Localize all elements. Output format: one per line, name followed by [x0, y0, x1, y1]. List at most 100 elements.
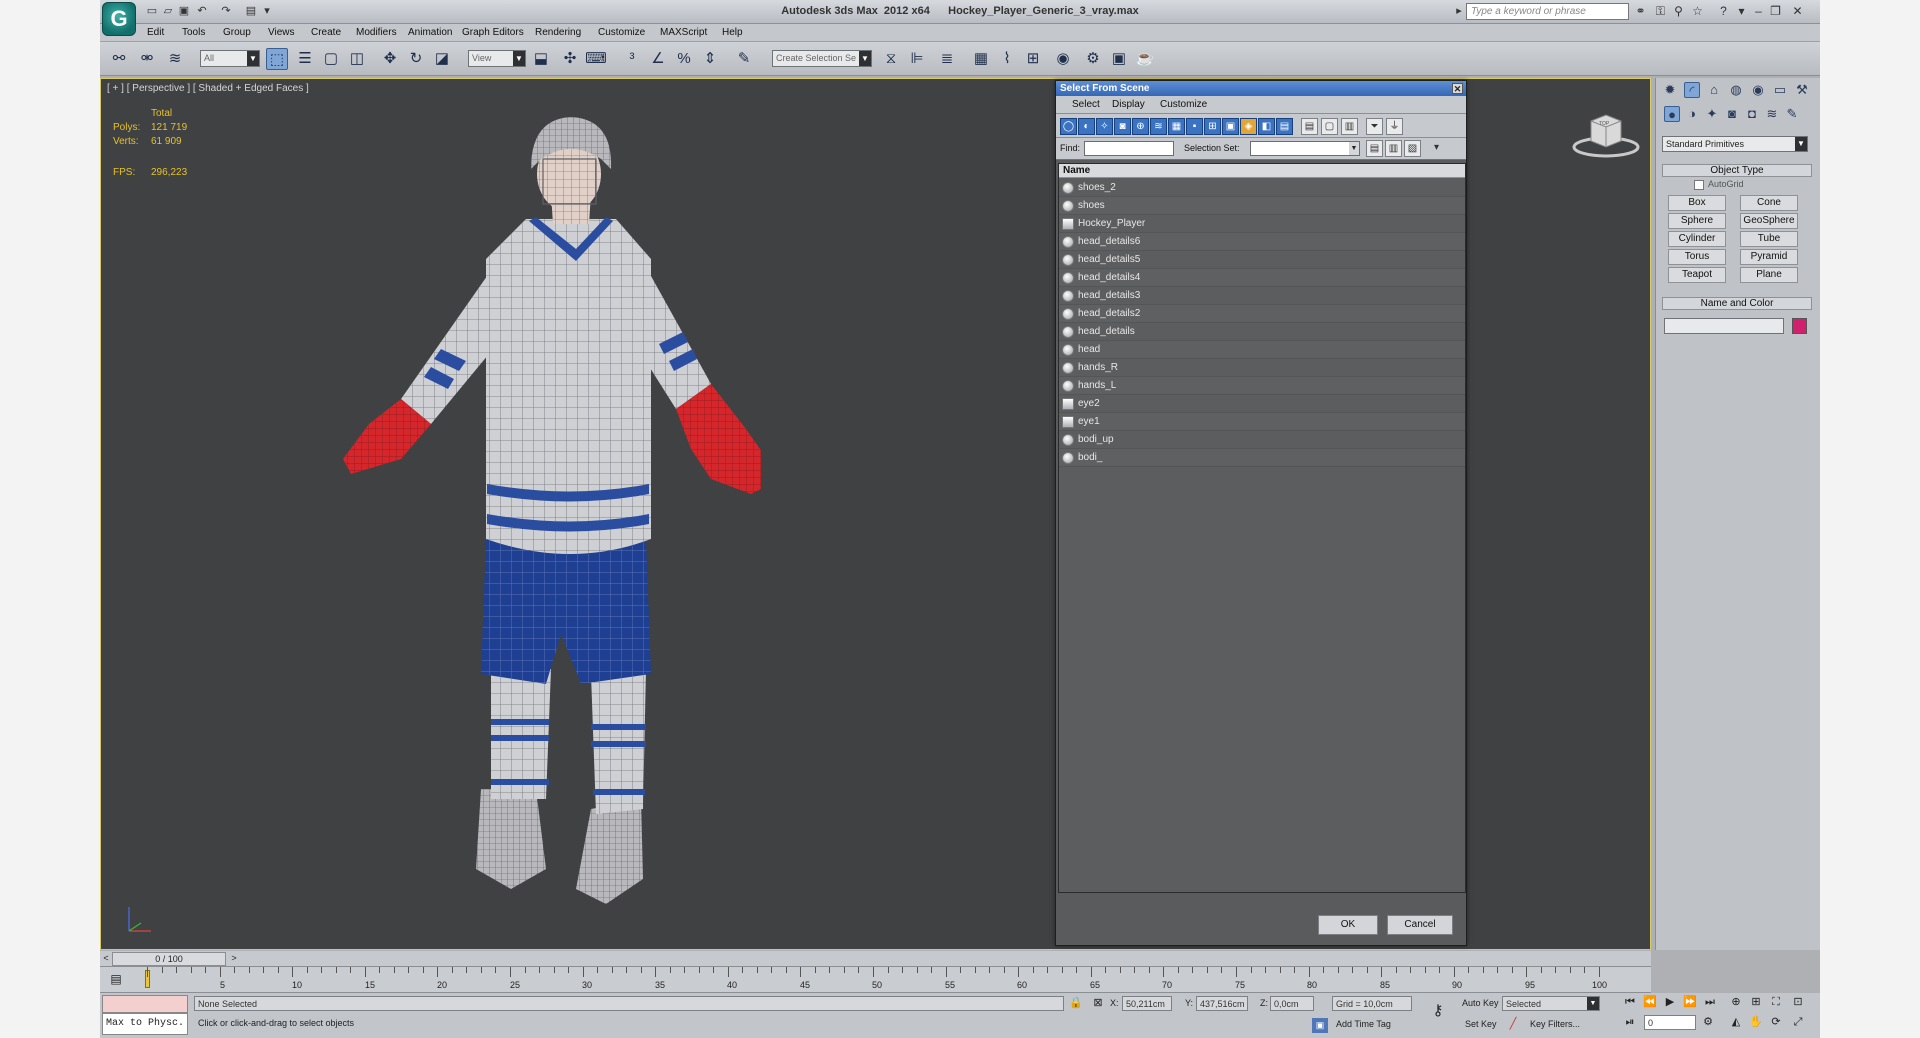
z-coordinate-field[interactable]: 0,0cm: [1270, 996, 1314, 1011]
menu-help[interactable]: Help: [722, 27, 743, 38]
app-logo-icon[interactable]: G: [102, 2, 136, 36]
select-invert-icon[interactable]: ▥: [1341, 118, 1358, 135]
list-item[interactable]: Hockey_Player: [1059, 215, 1465, 233]
binoculars-icon[interactable]: ⚭: [1633, 4, 1648, 19]
auto-key-button[interactable]: Auto Key: [1462, 998, 1499, 1008]
restore-icon[interactable]: ❐: [1768, 4, 1783, 19]
time-tag-icon[interactable]: ▣: [1312, 1018, 1328, 1033]
select-and-scale-icon[interactable]: ◪: [431, 48, 453, 70]
space-warps-category-icon[interactable]: ≋: [1764, 106, 1780, 122]
list-item[interactable]: eye1: [1059, 413, 1465, 431]
x-coordinate-field[interactable]: 50,211cm: [1122, 996, 1172, 1011]
key-mode-dropdown[interactable]: Selected ▼: [1502, 996, 1600, 1011]
dialog-close-icon[interactable]: ✕: [1452, 83, 1463, 94]
help-icon[interactable]: ?: [1716, 4, 1731, 19]
list-item[interactable]: head_details5: [1059, 251, 1465, 269]
menu-customize[interactable]: Customize: [598, 27, 645, 38]
menu-modifiers[interactable]: Modifiers: [356, 27, 397, 38]
filter-icon[interactable]: ⏷: [1366, 118, 1383, 135]
name-and-color-rollout[interactable]: Name and Color: [1662, 297, 1812, 310]
track-bar[interactable]: ▤ 5 10 15 20 25 30 35 40 45 50 55 60 65 …: [100, 967, 1651, 993]
reference-coordinate-dropdown[interactable]: View ▼: [468, 50, 526, 67]
graphite-modeling-icon[interactable]: ▦: [970, 48, 992, 70]
pivot-center-icon[interactable]: ⬓: [530, 48, 552, 70]
orbit-icon[interactable]: ⟳: [1768, 1015, 1784, 1030]
go-to-end-icon[interactable]: ⏭: [1702, 995, 1718, 1010]
pan-view-icon[interactable]: ✋: [1748, 1015, 1764, 1030]
cancel-button[interactable]: Cancel: [1387, 915, 1453, 935]
category-dropdown[interactable]: Standard Primitives ▼: [1662, 136, 1808, 152]
add-time-tag-button[interactable]: Add Time Tag: [1336, 1019, 1391, 1029]
set-key-button[interactable]: Set Key: [1465, 1019, 1497, 1029]
schematic-view-icon[interactable]: ⊞: [1022, 48, 1044, 70]
undo-icon[interactable]: ↶: [195, 4, 209, 18]
close-icon[interactable]: ✕: [1790, 4, 1805, 19]
lock-selection-icon[interactable]: 🔒: [1068, 996, 1084, 1011]
display-groups-icon[interactable]: ▦: [1168, 118, 1185, 135]
geometry-category-icon[interactable]: ●: [1664, 106, 1680, 122]
redo-icon[interactable]: ↷: [219, 4, 233, 18]
percent-snap-icon[interactable]: %: [673, 48, 695, 70]
cylinder-button[interactable]: Cylinder: [1668, 231, 1726, 247]
select-and-link-icon[interactable]: ⚯: [108, 48, 130, 70]
frame-counter[interactable]: 0 / 100: [112, 952, 226, 966]
bind-space-warp-icon[interactable]: ≋: [164, 48, 186, 70]
hierarchy-tab-icon[interactable]: ◍: [1728, 82, 1744, 98]
rendered-frame-window-icon[interactable]: ▣: [1108, 48, 1130, 70]
select-object-icon[interactable]: ⬚: [266, 48, 288, 70]
display-space-warps-icon[interactable]: ≋: [1150, 118, 1167, 135]
select-and-rotate-icon[interactable]: ↻: [405, 48, 427, 70]
menu-graph-editors[interactable]: Graph Editors: [462, 27, 524, 38]
communication-icon[interactable]: ⚲: [1671, 4, 1686, 19]
zoom-all-icon[interactable]: ⊞: [1748, 995, 1764, 1010]
quick-access-dropdown-icon[interactable]: ▾: [260, 4, 274, 18]
list-item[interactable]: bodi_up: [1059, 431, 1465, 449]
systems-category-icon[interactable]: ✎: [1784, 106, 1800, 122]
lights-category-icon[interactable]: ✦: [1704, 106, 1720, 122]
maximize-viewport-icon[interactable]: ⤢: [1790, 1015, 1806, 1030]
name-column-header[interactable]: Name: [1059, 164, 1465, 178]
layer-manager-icon[interactable]: ≣: [936, 48, 958, 70]
object-name-input[interactable]: [1664, 318, 1784, 334]
pyramid-button[interactable]: Pyramid: [1740, 249, 1798, 265]
render-production-icon[interactable]: ☕: [1134, 48, 1156, 70]
angle-snap-icon[interactable]: ∠: [647, 48, 669, 70]
dialog-menu-display[interactable]: Display: [1112, 99, 1145, 110]
display-xrefs-icon[interactable]: ▪: [1186, 118, 1203, 135]
time-configuration-icon[interactable]: ⚙: [1700, 1015, 1716, 1030]
menu-animation[interactable]: Animation: [408, 27, 452, 38]
new-file-icon[interactable]: ▭: [145, 4, 159, 18]
add-to-selection-set-icon[interactable]: ▥: [1385, 140, 1402, 157]
key-icon[interactable]: ⚷: [1430, 1003, 1446, 1018]
list-item[interactable]: bodi_: [1059, 449, 1465, 467]
list-item[interactable]: head_details4: [1059, 269, 1465, 287]
select-and-manipulate-icon[interactable]: ✣: [559, 48, 581, 70]
current-frame-field[interactable]: 0: [1644, 1015, 1696, 1030]
key-filters-button[interactable]: Key Filters...: [1530, 1019, 1580, 1029]
edit-named-selection-icon[interactable]: ✎: [733, 48, 755, 70]
list-item[interactable]: head_details: [1059, 323, 1465, 341]
tube-button[interactable]: Tube: [1740, 231, 1798, 247]
display-all-icon[interactable]: ▤: [1276, 118, 1293, 135]
previous-frame-icon[interactable]: <: [100, 953, 112, 965]
render-setup-icon[interactable]: ⚙: [1082, 48, 1104, 70]
viewcube[interactable]: TOP: [1571, 109, 1641, 159]
display-helpers-icon[interactable]: ⊕: [1132, 118, 1149, 135]
box-button[interactable]: Box: [1668, 195, 1726, 211]
modify-tab-icon[interactable]: ⌂: [1706, 82, 1722, 98]
menu-rendering[interactable]: Rendering: [535, 27, 581, 38]
project-folder-icon[interactable]: ▤: [244, 4, 258, 18]
selection-set-dropdown[interactable]: ▼: [1250, 141, 1360, 156]
plane-button[interactable]: Plane: [1740, 267, 1798, 283]
select-all-icon[interactable]: ▤: [1301, 118, 1318, 135]
display-frozen-icon[interactable]: ◈: [1240, 118, 1257, 135]
maxscript-listener-input[interactable]: Max to Physc.: [102, 1013, 188, 1035]
default-in-out-tangent-icon[interactable]: ╱: [1505, 1017, 1521, 1032]
cameras-category-icon[interactable]: ◙: [1724, 106, 1740, 122]
torus-button[interactable]: Torus: [1668, 249, 1726, 265]
display-shapes-icon[interactable]: ◐: [1078, 118, 1095, 135]
select-and-move-icon[interactable]: ✥: [379, 48, 401, 70]
list-item[interactable]: shoes_2: [1059, 179, 1465, 197]
minimize-icon[interactable]: –: [1751, 4, 1766, 19]
dialog-title-bar[interactable]: Select From Scene ✕: [1056, 81, 1466, 96]
